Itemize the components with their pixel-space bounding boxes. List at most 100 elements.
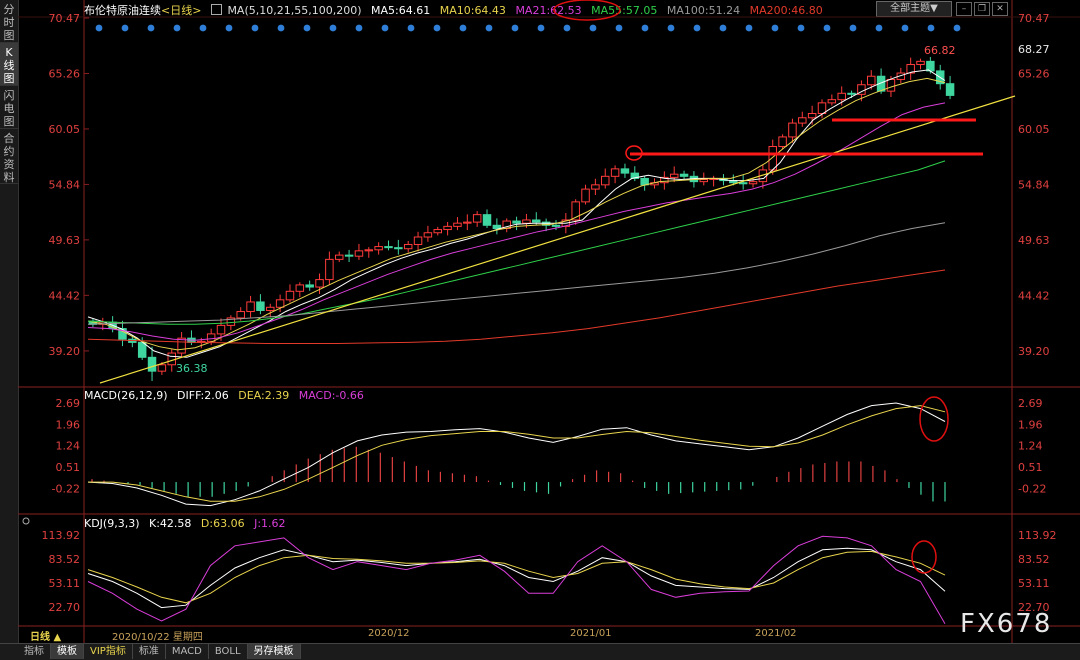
candle[interactable] xyxy=(551,224,561,227)
candle[interactable] xyxy=(177,337,186,354)
candle[interactable] xyxy=(325,258,334,281)
event-dot[interactable] xyxy=(95,24,103,32)
candle[interactable] xyxy=(886,78,896,92)
event-dot[interactable] xyxy=(745,24,753,32)
candle[interactable] xyxy=(748,181,758,185)
candle[interactable] xyxy=(581,188,590,203)
event-dot[interactable] xyxy=(511,24,519,32)
event-dot[interactable] xyxy=(771,24,779,32)
event-dot[interactable] xyxy=(199,24,207,32)
candle[interactable] xyxy=(167,352,176,366)
candle[interactable] xyxy=(512,220,521,224)
candle[interactable] xyxy=(522,219,531,224)
event-dot[interactable] xyxy=(173,24,181,32)
event-dot[interactable] xyxy=(641,24,649,32)
event-dot[interactable] xyxy=(147,24,155,32)
candle[interactable] xyxy=(532,219,541,223)
candle[interactable] xyxy=(837,92,846,101)
candle[interactable] xyxy=(778,136,787,148)
candle[interactable] xyxy=(413,236,423,245)
event-dot[interactable] xyxy=(589,24,597,32)
candle[interactable] xyxy=(463,221,472,224)
candle[interactable] xyxy=(945,83,955,96)
candle[interactable] xyxy=(275,299,285,308)
candle[interactable] xyxy=(236,311,245,319)
tab-vip-indicators[interactable]: VIP指标 xyxy=(84,644,133,659)
event-dot[interactable] xyxy=(329,24,337,32)
chart-svg[interactable]: 70.47 70.47 65.26 65.26 60.05 60.05 54.84 54.84… xyxy=(0,0,1080,643)
candle[interactable] xyxy=(768,146,777,171)
candle[interactable] xyxy=(847,92,856,95)
candle[interactable] xyxy=(788,122,797,138)
candle[interactable] xyxy=(364,249,374,252)
candle[interactable] xyxy=(601,175,610,186)
event-dot[interactable] xyxy=(485,24,493,32)
tab-standard[interactable]: 标准 xyxy=(133,644,166,659)
event-dot[interactable] xyxy=(121,24,129,32)
event-dot[interactable] xyxy=(537,24,545,32)
event-dot[interactable] xyxy=(615,24,623,32)
candle[interactable] xyxy=(433,229,442,234)
event-dot[interactable] xyxy=(225,24,233,32)
candle[interactable] xyxy=(699,179,709,183)
candle[interactable] xyxy=(867,75,876,86)
event-dot[interactable] xyxy=(901,24,909,32)
candle[interactable] xyxy=(443,225,452,231)
candle[interactable] xyxy=(334,254,344,260)
event-dot[interactable] xyxy=(277,24,285,32)
candle[interactable] xyxy=(266,306,275,311)
candle[interactable] xyxy=(827,99,837,104)
candle[interactable] xyxy=(453,222,462,227)
event-dot[interactable] xyxy=(355,24,363,32)
event-dot[interactable] xyxy=(953,24,961,32)
candle[interactable] xyxy=(492,224,502,229)
tab-indicators[interactable]: 指标 xyxy=(18,644,51,659)
candle[interactable] xyxy=(394,247,403,250)
kdj-settings-icon[interactable] xyxy=(22,517,30,525)
candle[interactable] xyxy=(384,246,393,249)
candle[interactable] xyxy=(807,113,817,119)
event-dot[interactable] xyxy=(407,24,415,32)
candle[interactable] xyxy=(423,232,433,238)
candle[interactable] xyxy=(916,60,925,66)
candle[interactable] xyxy=(610,168,620,177)
event-dot[interactable] xyxy=(693,24,701,32)
tab-macd[interactable]: MACD xyxy=(166,644,209,659)
candle[interactable] xyxy=(591,184,600,190)
candle[interactable] xyxy=(256,301,265,311)
candle[interactable] xyxy=(798,117,807,124)
candle[interactable] xyxy=(640,177,649,186)
candle[interactable] xyxy=(344,254,354,257)
candle[interactable] xyxy=(926,60,935,72)
event-dot[interactable] xyxy=(719,24,727,32)
candle[interactable] xyxy=(305,284,314,288)
candle[interactable] xyxy=(679,173,689,177)
tab-templates[interactable]: 模板 xyxy=(51,644,84,659)
candle[interactable] xyxy=(374,246,383,251)
candle[interactable] xyxy=(403,243,413,250)
event-dot[interactable] xyxy=(381,24,389,32)
event-dot[interactable] xyxy=(459,24,467,32)
tab-boll[interactable]: BOLL xyxy=(209,644,248,659)
candle[interactable] xyxy=(157,364,167,372)
candle[interactable] xyxy=(669,173,679,178)
event-dot[interactable] xyxy=(667,24,675,32)
event-dot[interactable] xyxy=(797,24,805,32)
event-dot[interactable] xyxy=(849,24,857,32)
candle[interactable] xyxy=(738,182,748,185)
candle[interactable] xyxy=(285,290,295,301)
event-dot[interactable] xyxy=(433,24,441,32)
candle[interactable] xyxy=(315,279,324,288)
candle[interactable] xyxy=(206,333,216,342)
tab-save-template[interactable]: 另存模板 xyxy=(247,644,301,659)
candle[interactable] xyxy=(295,284,305,292)
candle[interactable] xyxy=(216,324,226,335)
candle[interactable] xyxy=(620,168,630,174)
candle[interactable] xyxy=(137,341,147,358)
event-dot[interactable] xyxy=(303,24,311,32)
event-dot[interactable] xyxy=(875,24,883,32)
event-dot[interactable] xyxy=(927,24,935,32)
period-toggle[interactable]: 日线 ▲ xyxy=(30,628,61,643)
candle[interactable] xyxy=(482,214,492,226)
candle[interactable] xyxy=(246,301,255,313)
